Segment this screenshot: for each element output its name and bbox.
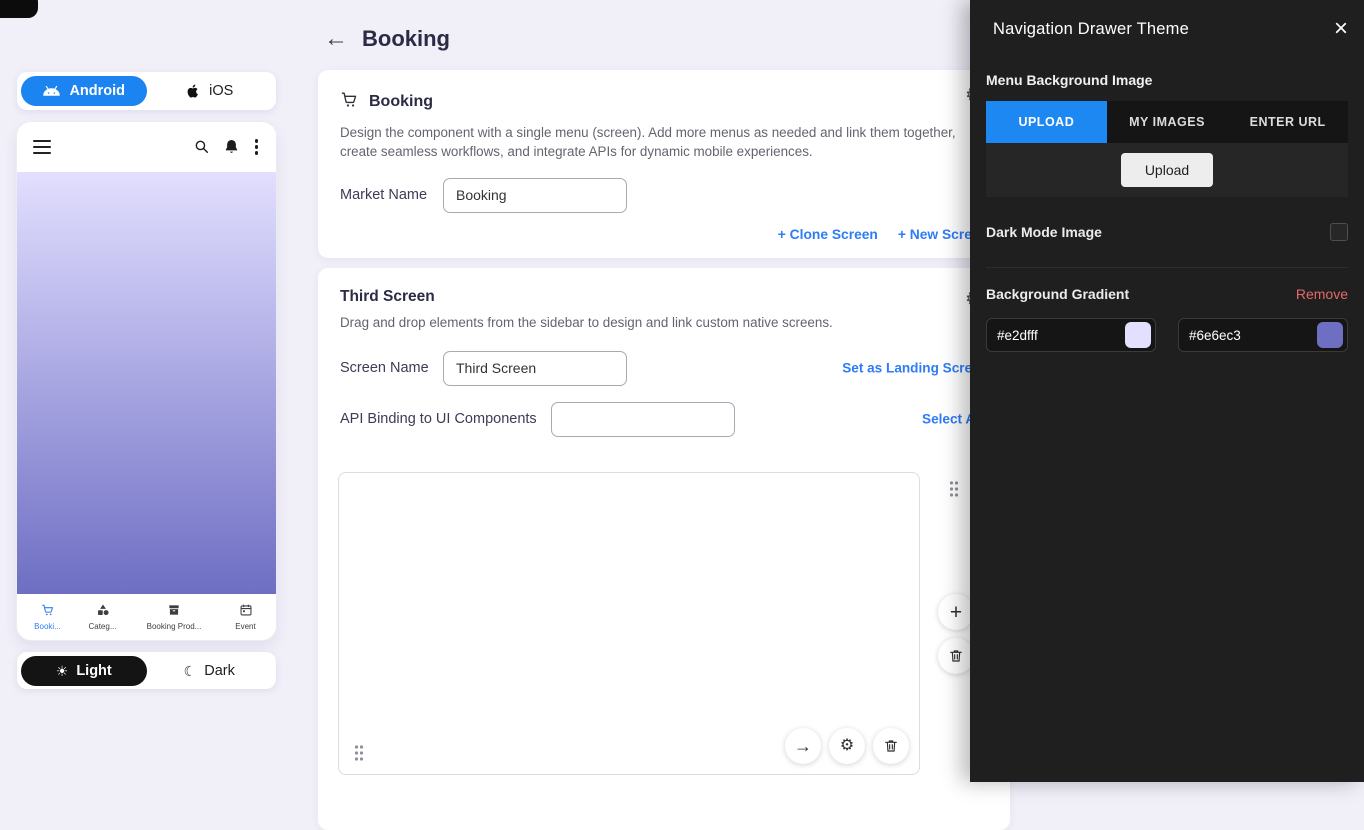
close-icon[interactable]: × xyxy=(1334,17,1348,41)
kebab-menu-icon[interactable] xyxy=(253,137,260,156)
dark-mode-image-label: Dark Mode Image xyxy=(986,224,1102,240)
delete-component-button[interactable] xyxy=(938,638,974,674)
light-theme-button[interactable]: ☀ Light xyxy=(21,656,147,686)
image-source-tabs: UPLOAD MY IMAGES ENTER URL xyxy=(986,101,1348,143)
booking-card-description: Design the component with a single menu … xyxy=(340,124,988,162)
apple-icon xyxy=(185,83,201,99)
product-icon xyxy=(167,603,181,619)
light-label: Light xyxy=(76,663,111,679)
third-screen-card: Third Screen ⚙ Drag and drop elements fr… xyxy=(318,268,1010,830)
tab-upload[interactable]: UPLOAD xyxy=(986,101,1107,143)
upload-area: Upload xyxy=(986,143,1348,197)
canvas-action-buttons: → ⚙ xyxy=(785,728,909,764)
gradient-color-input-2[interactable] xyxy=(1189,328,1309,343)
screen-card-title: Third Screen xyxy=(340,288,435,306)
search-icon[interactable] xyxy=(193,138,210,155)
android-label: Android xyxy=(69,83,125,99)
gradient-color-swatch-2[interactable] xyxy=(1317,322,1343,348)
menu-hamburger-icon[interactable] xyxy=(33,140,51,154)
screen-name-input[interactable] xyxy=(443,351,627,386)
phone-nav-item-category[interactable]: Categ... xyxy=(75,603,130,631)
event-icon xyxy=(239,603,253,619)
ios-label: iOS xyxy=(209,83,233,99)
moon-icon: ☾ xyxy=(184,664,197,678)
bell-icon[interactable] xyxy=(223,138,240,155)
device-toggle: Android iOS xyxy=(17,72,276,110)
nav-item-label: Booki... xyxy=(34,622,61,631)
cart-icon xyxy=(41,603,55,619)
remove-gradient-link[interactable]: Remove xyxy=(1296,286,1348,302)
android-toggle-button[interactable]: Android xyxy=(21,76,147,106)
preview-sidebar: Android iOS xyxy=(17,72,276,689)
section-drag-handle-icon[interactable] xyxy=(948,480,960,498)
phone-preview: Booki... Categ... Booking Prod... Event xyxy=(17,122,276,640)
dark-mode-checkbox[interactable] xyxy=(1330,223,1348,241)
corner-chip xyxy=(0,0,38,18)
api-binding-input[interactable] xyxy=(551,402,735,437)
drag-handle-icon[interactable] xyxy=(353,744,365,762)
android-icon xyxy=(42,85,61,97)
gradient-color-swatch-1[interactable] xyxy=(1125,322,1151,348)
page-title: Booking xyxy=(362,26,450,52)
dark-label: Dark xyxy=(204,663,235,679)
market-name-label: Market Name xyxy=(340,187,443,203)
booking-card-title: Booking xyxy=(369,93,433,111)
nav-item-label: Event xyxy=(235,622,255,631)
gradient-color-input-1[interactable] xyxy=(997,328,1117,343)
clone-screen-link[interactable]: + Clone Screen xyxy=(778,227,878,242)
phone-nav-item-event[interactable]: Event xyxy=(218,603,273,631)
nav-item-label: Booking Prod... xyxy=(147,622,202,631)
sun-icon: ☀ xyxy=(56,664,69,678)
phone-bottom-nav: Booki... Categ... Booking Prod... Event xyxy=(17,594,276,640)
background-gradient-section: Background Gradient Remove xyxy=(986,267,1348,352)
tab-my-images[interactable]: MY IMAGES xyxy=(1107,101,1228,143)
upload-button[interactable]: Upload xyxy=(1121,153,1213,187)
phone-nav-item-booking-product[interactable]: Booking Prod... xyxy=(130,603,218,631)
screen-name-label: Screen Name xyxy=(340,360,443,376)
screen-card-description: Drag and drop elements from the sidebar … xyxy=(340,314,988,333)
menu-background-image-label: Menu Background Image xyxy=(986,72,1348,88)
back-button[interactable]: ← xyxy=(324,27,348,51)
theme-toggle: ☀ Light ☾ Dark xyxy=(17,652,276,689)
ios-toggle-button[interactable]: iOS xyxy=(147,76,273,106)
tab-enter-url[interactable]: ENTER URL xyxy=(1227,101,1348,143)
gradient-color-field-1 xyxy=(986,318,1156,352)
nav-item-label: Categ... xyxy=(88,622,116,631)
gradient-color-field-2 xyxy=(1178,318,1348,352)
add-component-button[interactable]: + xyxy=(938,594,974,630)
set-landing-screen-link[interactable]: Set as Landing Screen xyxy=(842,361,988,376)
navigation-drawer-theme-panel: Navigation Drawer Theme × Menu Backgroun… xyxy=(970,0,1364,782)
market-name-input[interactable] xyxy=(443,178,627,213)
api-binding-label: API Binding to UI Components xyxy=(340,411,551,427)
canvas-trash-icon[interactable] xyxy=(873,728,909,764)
canvas-gear-icon[interactable]: ⚙ xyxy=(829,728,865,764)
booking-component-card: Booking ⚙ Design the component with a si… xyxy=(318,70,1010,258)
cart-icon xyxy=(340,90,359,114)
phone-topbar xyxy=(17,122,276,172)
dark-theme-button[interactable]: ☾ Dark xyxy=(147,656,273,686)
phone-nav-item-booking[interactable]: Booki... xyxy=(20,603,75,631)
arrow-right-button[interactable]: → xyxy=(785,728,821,764)
page-header: ← Booking xyxy=(324,26,450,52)
phone-screen[interactable] xyxy=(17,172,276,594)
background-gradient-label: Background Gradient xyxy=(986,286,1129,302)
drawer-title: Navigation Drawer Theme xyxy=(993,20,1189,39)
category-icon xyxy=(96,603,110,619)
screen-canvas[interactable]: → ⚙ xyxy=(338,472,920,775)
